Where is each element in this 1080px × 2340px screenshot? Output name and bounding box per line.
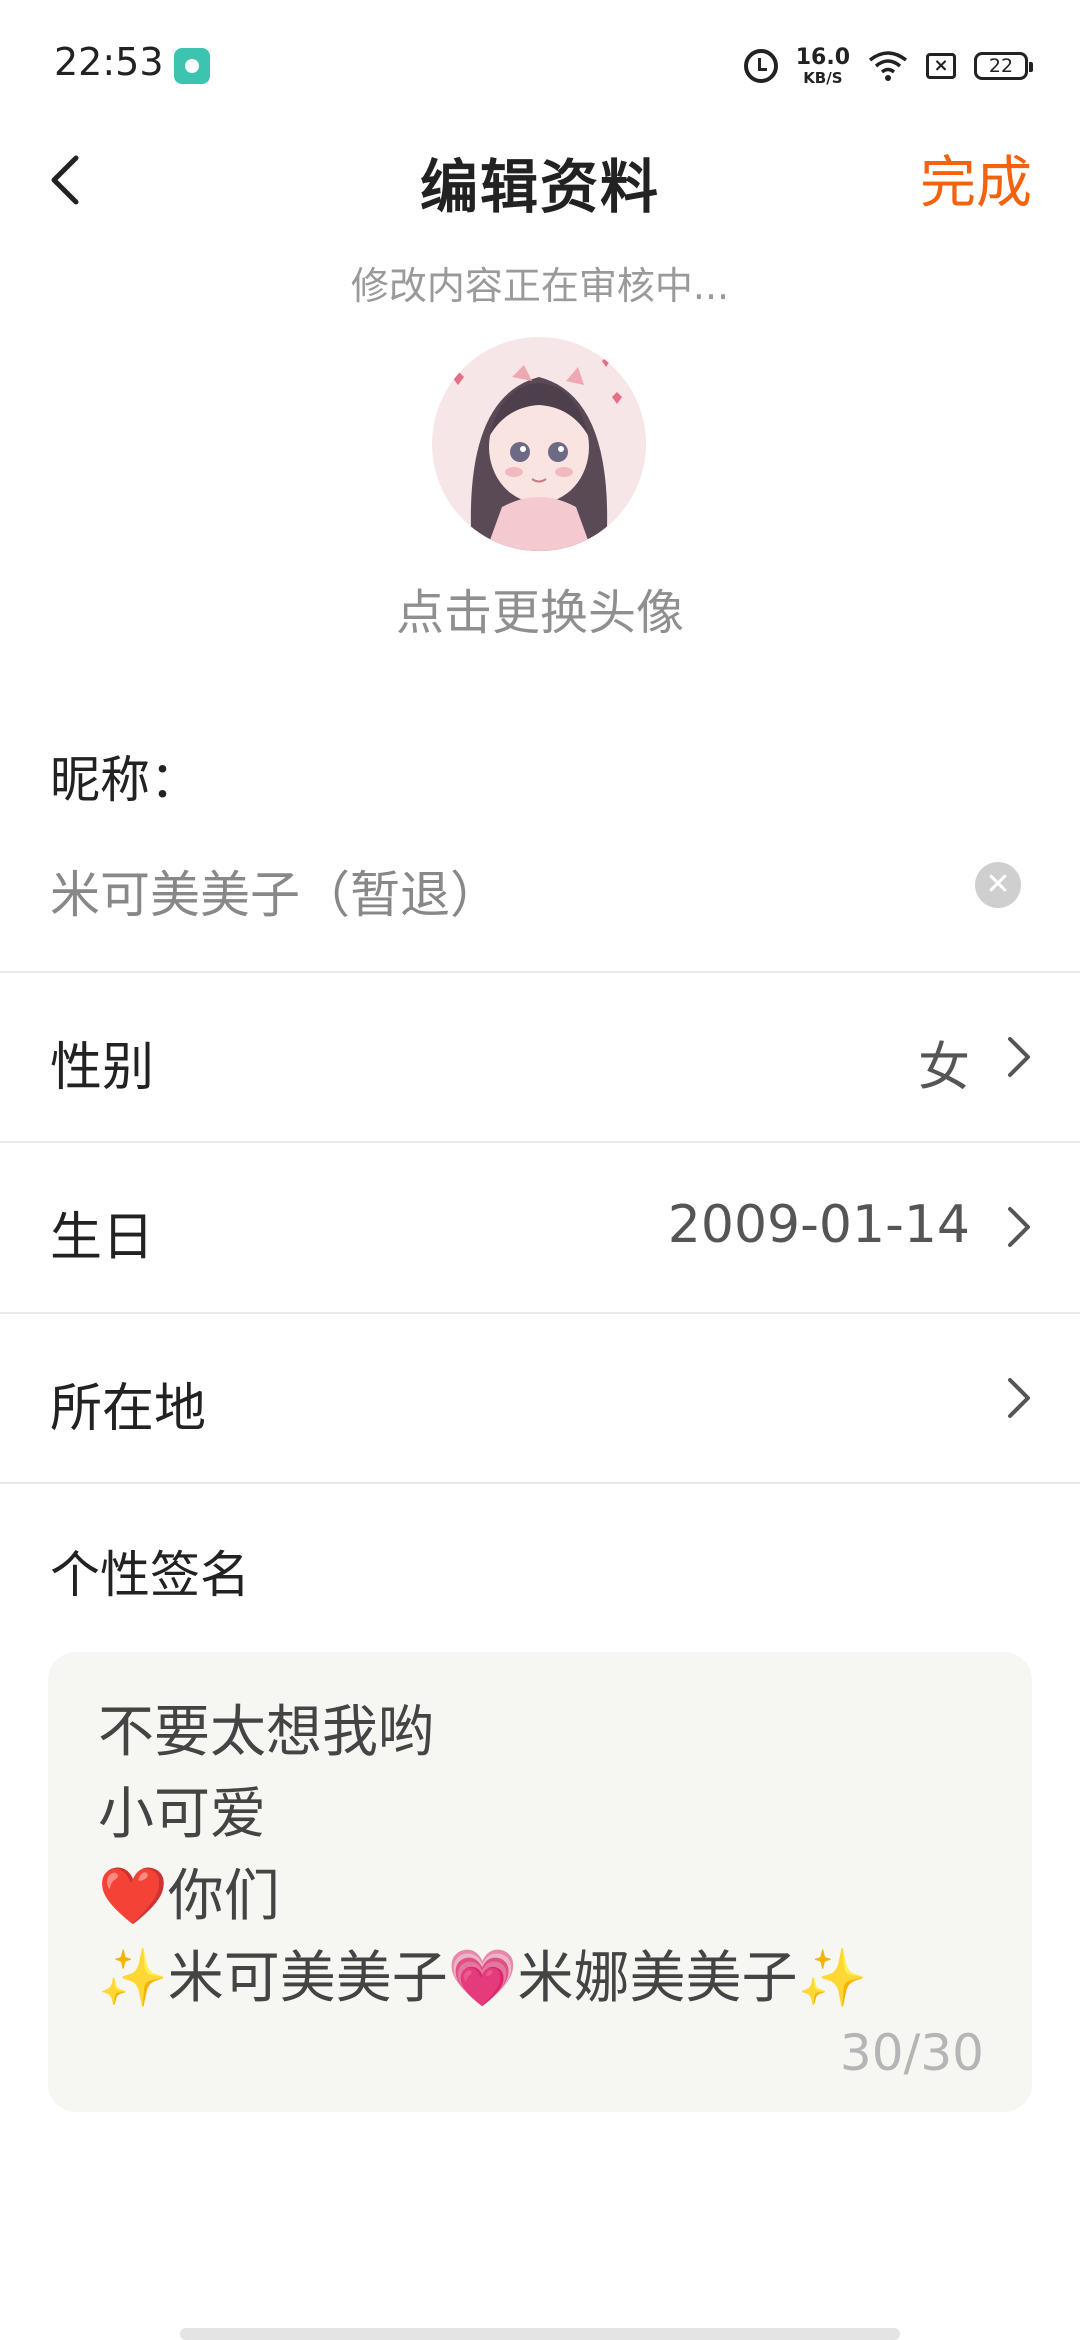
birthday-label: 生日 [50,1208,155,1268]
nickname-input[interactable]: 米可美美子（暂退） [50,855,970,927]
chevron-right-icon [1008,1378,1030,1418]
signature-text: 不要太想我哟 小可爱 ❤️你们 ✨米可美美子💗米娜美美子✨ [98,1700,868,2011]
gender-value: 女 [917,1038,970,1098]
gender-label: 性别 [50,1038,155,1098]
header: 编辑资料 完成 [0,130,1080,230]
net-speed: 16.0 KB/S [795,44,850,87]
status-bar: 22:53 16.0 KB/S × 22 [0,0,1080,130]
signature-textarea[interactable]: 不要太想我哟 小可爱 ❤️你们 ✨米可美美子💗米娜美美子✨ 30/30 [48,1652,1032,2112]
close-icon: ✕ [985,867,1011,902]
chevron-right-icon [1008,1037,1030,1077]
net-speed-value: 16.0 [795,44,850,70]
location-row[interactable]: 所在地 [0,1314,1080,1482]
signature-label: 个性签名 [50,1546,250,1604]
status-icons: 16.0 KB/S × 22 [743,44,1033,88]
review-notice: 修改内容正在审核中... [350,264,730,308]
wifi-icon [868,51,908,81]
home-indicator[interactable] [180,2328,900,2340]
clear-nickname-button[interactable]: ✕ [975,862,1021,908]
chevron-right-icon [1008,1207,1030,1247]
net-speed-unit: KB/S [803,68,843,87]
nickname-label: 昵称： [50,751,200,809]
battery-icon: 22 [974,52,1033,80]
status-time: 22:53 [54,40,164,84]
page-title: 编辑资料 [419,153,660,221]
app-notification-icon [174,48,210,84]
gender-row[interactable]: 性别 女 [0,973,1080,1141]
avatar-illustration [432,337,646,551]
divider [0,1482,1080,1484]
avatar[interactable] [432,337,646,551]
birthday-value: 2009-01-14 [667,1195,970,1255]
alarm-icon [743,49,778,83]
change-avatar-caption[interactable]: 点击更换头像 [0,573,1080,643]
char-counter: 30/30 [839,2024,984,2082]
birthday-row[interactable]: 生日 2009-01-14 [0,1143,1080,1311]
location-label: 所在地 [50,1379,207,1439]
sim-icon: × [926,53,956,79]
done-button[interactable]: 完成 [920,138,1032,219]
